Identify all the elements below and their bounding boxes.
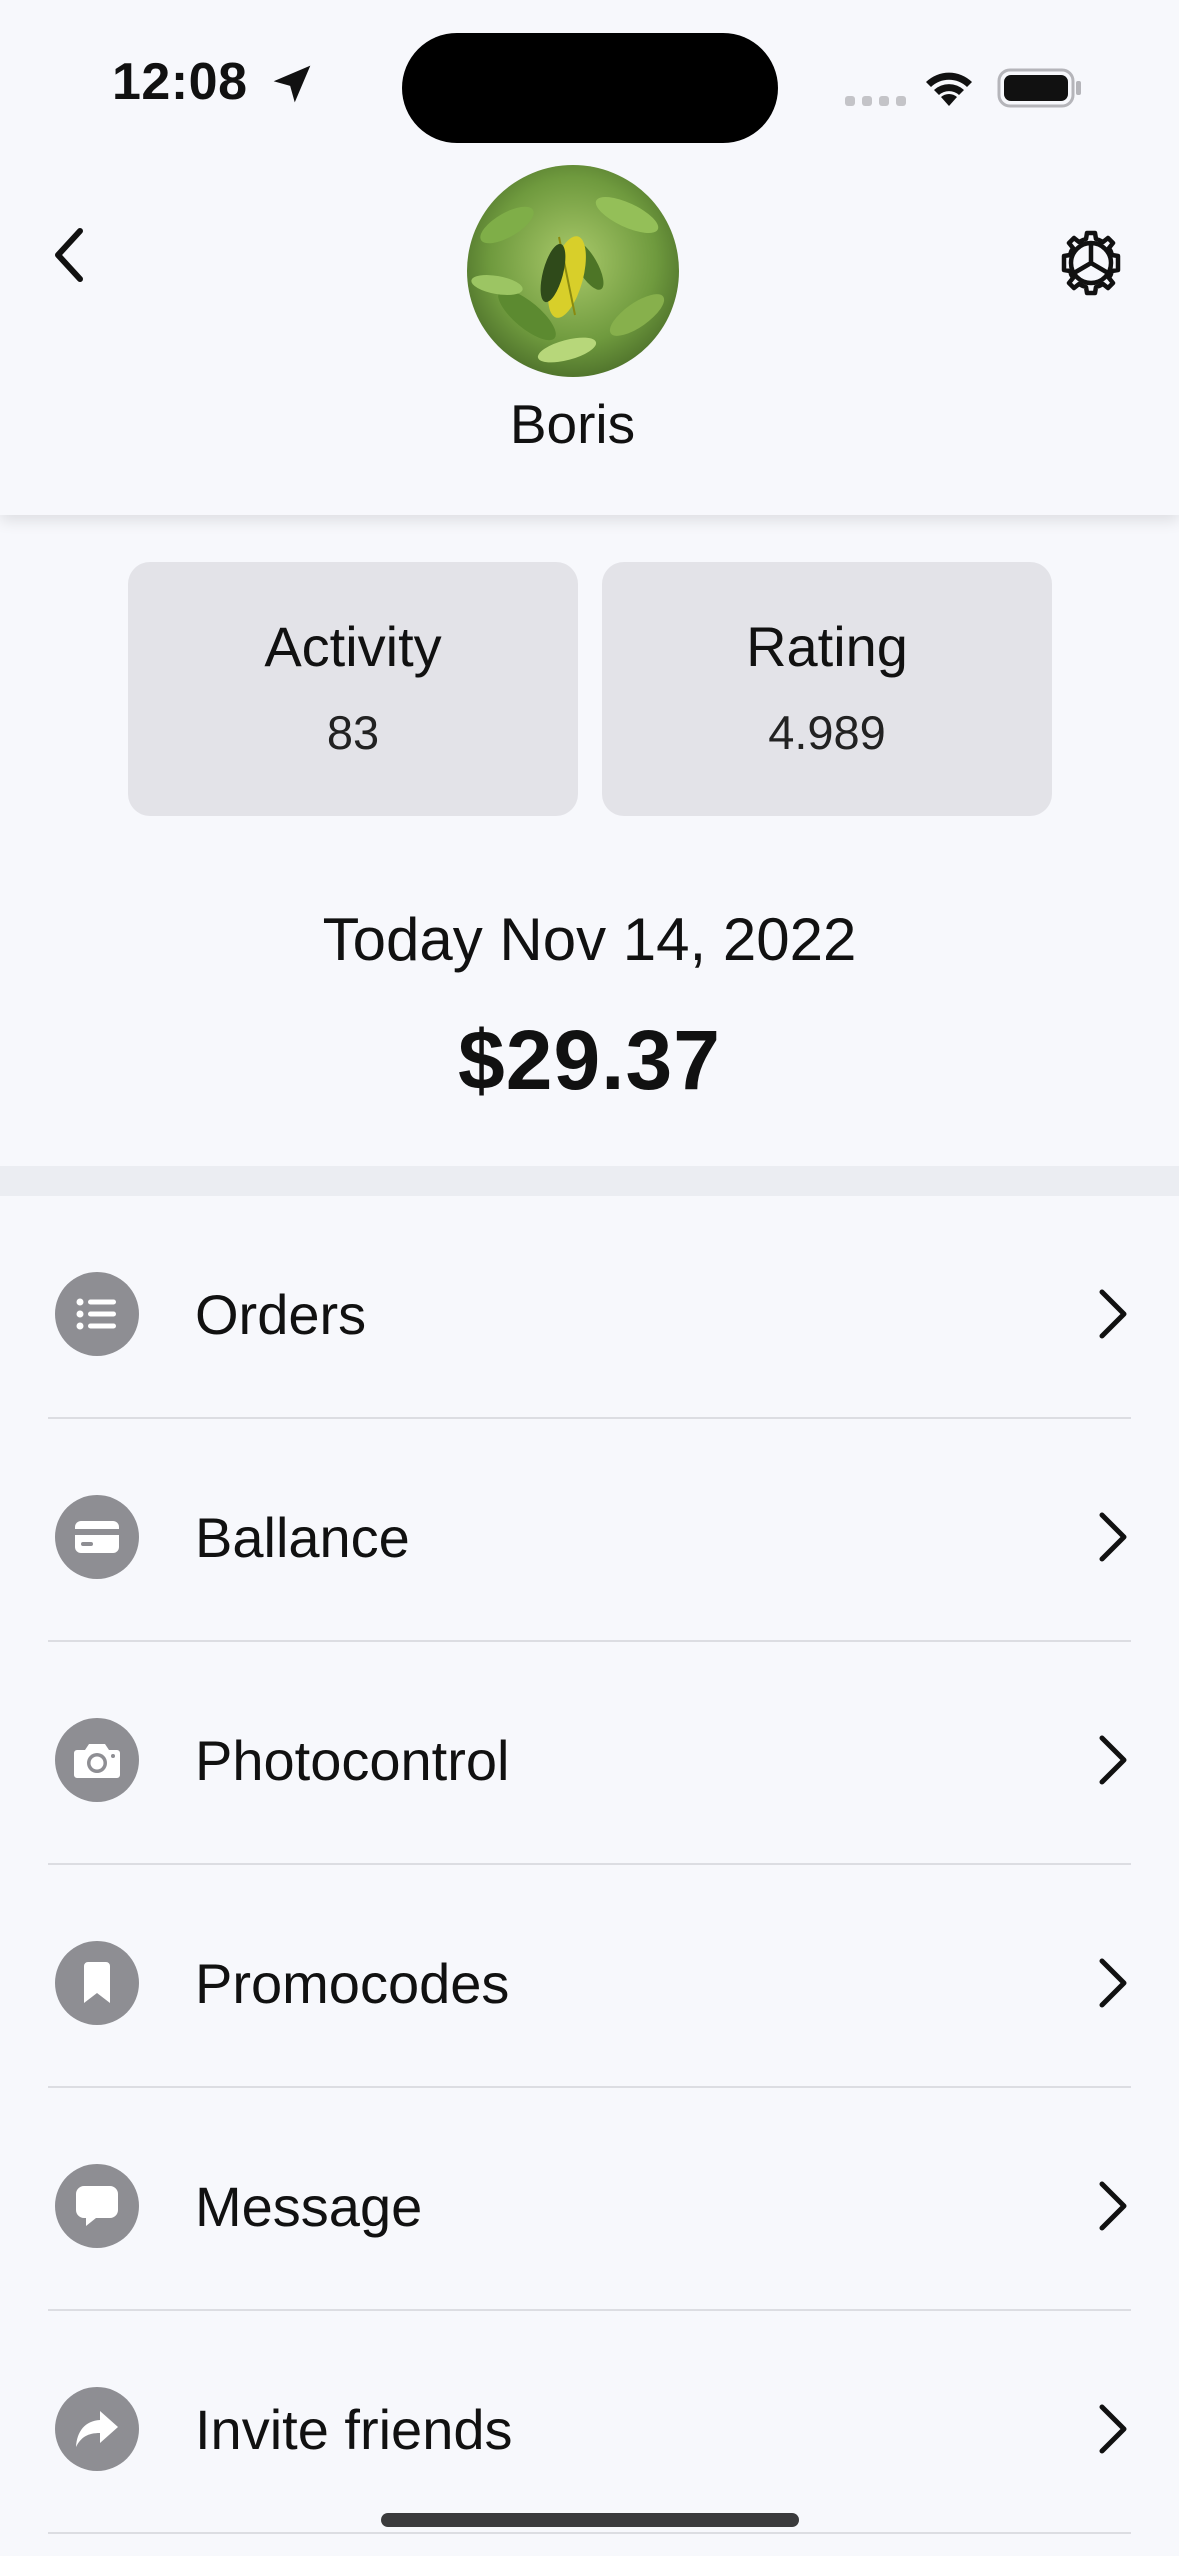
chevron-right-icon [1099, 2404, 1127, 2454]
menu-item-label: Invite friends [195, 2398, 513, 2461]
menu-item-label: Promocodes [195, 1952, 510, 2015]
gear-icon [1061, 230, 1121, 296]
avatar-leaf-photo [467, 165, 679, 377]
menu-item-label: Ballance [195, 1506, 410, 1569]
bookmark-icon [55, 1941, 139, 2025]
rating-card[interactable]: Rating 4.989 [602, 562, 1052, 816]
camera-icon [55, 1718, 139, 1802]
chevron-right-icon [1099, 1289, 1127, 1339]
back-button[interactable] [38, 215, 98, 295]
earnings-amount: $29.37 [458, 1013, 721, 1107]
chevron-right-icon [1099, 1958, 1127, 2008]
dynamic-island [402, 33, 778, 143]
location-arrow-icon [273, 65, 311, 103]
cellular-signal-icon [845, 96, 906, 106]
menu-item-invite-friends[interactable]: Invite friends [0, 2311, 1179, 2534]
activity-card[interactable]: Activity 83 [128, 562, 578, 816]
home-indicator[interactable] [381, 2513, 799, 2527]
menu-item-photocontrol[interactable]: Photocontrol [0, 1642, 1179, 1865]
wifi-icon [926, 72, 972, 106]
share-arrow-icon [55, 2387, 139, 2471]
divider [48, 2532, 1131, 2534]
menu-item-label: Message [195, 2175, 423, 2238]
menu-item-message[interactable]: Message [0, 2088, 1179, 2311]
section-divider [0, 1166, 1179, 1196]
list-icon [55, 1272, 139, 1356]
rating-value: 4.989 [768, 706, 886, 759]
chevron-left-icon [55, 228, 83, 282]
status-bar: 12:08 [0, 0, 1179, 160]
avatar[interactable] [467, 165, 679, 377]
chevron-right-icon [1099, 2181, 1127, 2231]
chevron-right-icon [1099, 1512, 1127, 1562]
activity-value: 83 [326, 706, 380, 759]
menu-list: Orders Ballance Photocontrol Promocodes … [0, 1196, 1179, 2534]
activity-label: Activity [264, 615, 442, 678]
menu-item-orders[interactable]: Orders [0, 1196, 1179, 1419]
menu-item-ballance[interactable]: Ballance [0, 1419, 1179, 1642]
date-text: Today Nov 14, 2022 [322, 906, 857, 973]
rating-label: Rating [746, 615, 908, 678]
menu-item-label: Photocontrol [195, 1729, 510, 1792]
chat-bubble-icon [55, 2164, 139, 2248]
card-icon [55, 1495, 139, 1579]
profile-header: 12:08 Boris [0, 0, 1179, 515]
chevron-right-icon [1099, 1735, 1127, 1785]
status-time: 12:08 [112, 53, 248, 111]
menu-item-promocodes[interactable]: Promocodes [0, 1865, 1179, 2088]
user-name: Boris [509, 393, 636, 455]
settings-button[interactable] [1050, 222, 1132, 304]
battery-icon [997, 68, 1081, 108]
menu-item-label: Orders [195, 1283, 367, 1346]
